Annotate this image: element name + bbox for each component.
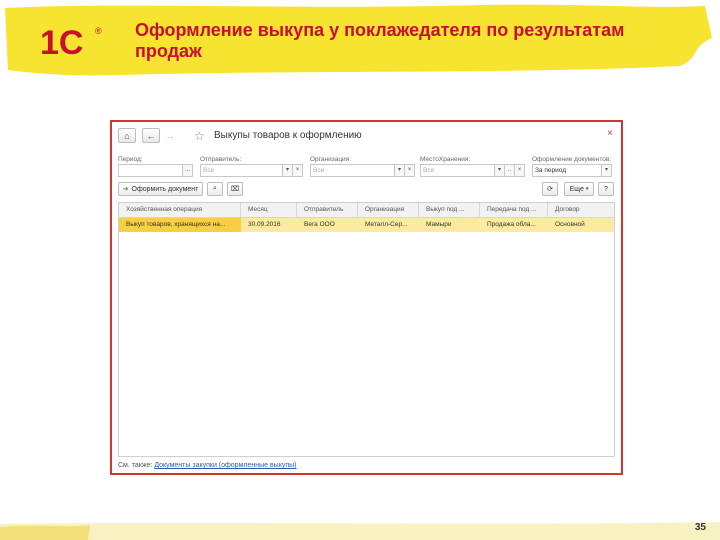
sender-clear[interactable]: ×	[293, 164, 303, 177]
table-header: Хозяйственная операция Месяц Отправитель…	[119, 203, 614, 218]
create-document-button[interactable]: ➜ Оформить документ	[118, 182, 203, 196]
back-button[interactable]: ←	[142, 128, 160, 143]
table-cell: Металл-Сер...	[365, 221, 408, 228]
storage-clear[interactable]: ×	[515, 164, 525, 177]
column-header[interactable]: Организация	[358, 203, 419, 217]
org-clear[interactable]: ×	[405, 164, 415, 177]
storage-input[interactable]: Все	[420, 164, 495, 177]
org-input[interactable]: Все	[310, 164, 395, 177]
org-label: Организация:	[310, 156, 352, 163]
period-label: Период:	[118, 156, 143, 163]
search-clear-icon: ⌧	[230, 186, 240, 193]
chevron-down-icon: ▾	[585, 186, 589, 192]
org-dropdown[interactable]: ▾	[395, 164, 405, 177]
svg-text:1С: 1С	[40, 24, 83, 60]
see-also: См. также: Документы закупки (оформленны…	[118, 462, 297, 469]
close-icon[interactable]: ×	[607, 128, 613, 139]
table-row[interactable]: Выкуп товаров, хранящихся на... 30.09.20…	[119, 218, 614, 232]
window-title: Выкупы товаров к оформлению	[214, 130, 362, 141]
sender-label: Отправитель:	[200, 156, 242, 163]
clear-search-button[interactable]: ⌧	[227, 182, 243, 196]
docs-dropdown[interactable]: ▾	[602, 164, 612, 177]
home-icon: ⌂	[124, 130, 130, 141]
storage-select-button[interactable]: ..	[505, 164, 515, 177]
create-document-label: Оформить документ	[131, 185, 199, 193]
more-button[interactable]: Еще ▾	[564, 182, 594, 196]
storage-dropdown[interactable]: ▾	[495, 164, 505, 177]
app-window: ⌂ ← → ☆ Выкупы товаров к оформлению × Пе…	[110, 120, 623, 475]
column-header[interactable]: Отправитель	[297, 203, 358, 217]
slide-title: Оформление выкупа у поклажедателя по рез…	[135, 20, 625, 61]
more-label: Еще	[569, 185, 584, 193]
table-cell: Мамыри	[426, 221, 452, 228]
arrow-right-icon: →	[165, 130, 175, 141]
svg-text:®: ®	[95, 26, 102, 36]
table-cell: Основной	[555, 221, 585, 228]
search-icon: ⌕	[213, 185, 217, 192]
footer-stripe	[0, 522, 720, 540]
storage-label: МестоХранения:	[420, 156, 471, 163]
arrow-right-icon: ➜	[122, 186, 129, 193]
sender-dropdown[interactable]: ▾	[283, 164, 293, 177]
help-label: ?	[604, 185, 608, 193]
table-cell: 30.09.2016	[248, 221, 281, 228]
table-cell: Выкуп товаров, хранящихся на...	[119, 218, 241, 232]
column-header[interactable]: Передача под ...	[480, 203, 548, 217]
search-button[interactable]: ⌕	[207, 182, 223, 196]
column-header[interactable]: Месяц	[241, 203, 297, 217]
arrow-left-icon: ←	[146, 130, 156, 141]
table-cell: Вега ООО	[304, 221, 335, 228]
help-button[interactable]: ?	[598, 182, 614, 196]
page-number: 35	[694, 522, 706, 533]
period-select-button[interactable]: ...	[183, 164, 193, 177]
refresh-button[interactable]: ⟳	[542, 182, 558, 196]
docs-label: Оформление документов:	[532, 156, 612, 163]
data-table: Хозяйственная операция Месяц Отправитель…	[118, 202, 615, 457]
column-header[interactable]: Хозяйственная операция	[119, 203, 241, 217]
forward-button[interactable]: →	[161, 128, 179, 143]
window-toolbar: ⌂ ← → ☆ Выкупы товаров к оформлению ×	[118, 128, 613, 144]
see-also-label: См. также:	[118, 462, 153, 469]
star-icon[interactable]: ☆	[194, 129, 205, 143]
docs-select[interactable]: За период	[532, 164, 602, 177]
column-header[interactable]: Договор	[548, 203, 616, 217]
refresh-icon: ⟳	[547, 186, 553, 193]
column-header[interactable]: Выкуп под ...	[419, 203, 480, 217]
logo-1c: 1С ®	[40, 24, 102, 60]
see-also-link[interactable]: Документы закупки (оформленные выкупы)	[154, 462, 296, 469]
sender-input[interactable]: Все	[200, 164, 283, 177]
table-cell: Продажа обла...	[487, 221, 536, 228]
home-button[interactable]: ⌂	[118, 128, 136, 143]
period-input[interactable]	[118, 164, 183, 177]
